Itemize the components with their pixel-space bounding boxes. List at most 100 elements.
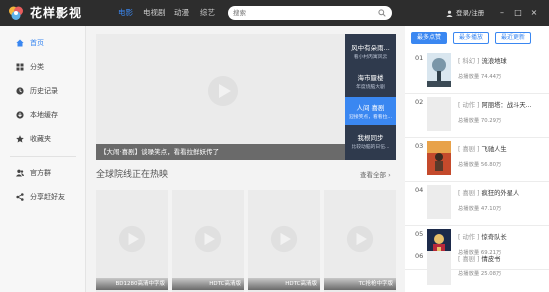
movie-poster [427, 251, 451, 285]
ranking-item[interactable]: 02 [ 动作 ] 阿丽塔：战斗天... 总播放量 70.29万 [405, 94, 549, 138]
sidebar-item-label: 历史记录 [30, 87, 58, 95]
login-label: 登录/注册 [456, 9, 485, 17]
banner-side-subtitle: 年度烧脑大剧 [356, 85, 385, 90]
ranking-title: [ 喜剧 ] 疯狂的外星人 [458, 188, 546, 197]
rank-number: 02 [415, 98, 424, 106]
genre-tag: [ 动作 ] [458, 234, 480, 241]
maximize-icon[interactable]: □ [512, 0, 524, 26]
sidebar-item-local-cache[interactable]: 本地缓存 [0, 105, 86, 125]
sidebar-item-favorites[interactable]: 收藏夹 [0, 129, 86, 149]
sidebar-item-label: 本地缓存 [30, 111, 58, 119]
video-placeholder-icon [208, 76, 238, 106]
nav-variety[interactable]: 综艺 [200, 0, 215, 26]
video-placeholder-icon [118, 225, 146, 253]
ranking-title: [ 喜剧 ] 情皮书 [458, 254, 546, 263]
sidebar-divider [10, 156, 76, 157]
share-icon [16, 193, 24, 201]
tab-most-liked[interactable]: 最多点赞 [411, 32, 447, 44]
movie-card[interactable]: HDTC高清版 [248, 190, 320, 292]
ranking-item[interactable]: 03 [ 喜剧 ] 飞驰人生 总播放量 56.80万 [405, 138, 549, 182]
play-count: 总播放量 47.10万 [458, 206, 502, 212]
view-all-link[interactable]: 查看全部 › [360, 169, 391, 179]
download-icon [16, 111, 24, 119]
banner-side-item[interactable]: 我根同步 比较动脑的日伍... [345, 127, 396, 155]
ranking-item[interactable]: 04 [ 喜剧 ] 疯狂的外星人 总播放量 47.10万 [405, 182, 549, 226]
genre-tag: [ 喜剧 ] [458, 146, 480, 153]
sidebar-item-share[interactable]: 分享赶好友 [0, 187, 86, 207]
star-icon [16, 135, 24, 143]
group-icon [16, 169, 24, 177]
movie-card[interactable]: BD1280高清中字版 [96, 190, 168, 292]
user-icon [446, 10, 453, 17]
ranking-item[interactable]: 01 [ 科幻 ] 流浪地球 总播放量 74.44万 [405, 50, 549, 94]
banner-side-title: 我根同步 [357, 134, 384, 142]
tab-recently-updated[interactable]: 最近更新 [495, 32, 531, 44]
genre-tag: [ 喜剧 ] [458, 256, 480, 263]
rank-number: 01 [415, 54, 424, 62]
movie-poster [427, 53, 451, 87]
top-bar: 花样影视 电影 电视剧 动漫 综艺 登录/注册 – □ × [0, 0, 549, 26]
ranking-title: [ 动作 ] 阿丽塔：战斗天... [458, 100, 546, 109]
banner-caption[interactable]: 【大闹·喜剧】谈噪笑点，看看拉鲜妖传了 [96, 144, 345, 160]
movie-card[interactable]: TC抢枪中字版 [324, 190, 396, 292]
sidebar-item-label: 分享赶好友 [30, 193, 65, 201]
sidebar-item-history[interactable]: 历史记录 [0, 81, 86, 101]
rank-number: 05 [415, 230, 424, 238]
search-icon[interactable] [378, 9, 386, 17]
nav-tv-series[interactable]: 电视剧 [143, 0, 166, 26]
genre-tag: [ 动作 ] [458, 102, 480, 109]
genre-tag: [ 科幻 ] [458, 58, 480, 65]
video-placeholder-icon [270, 225, 298, 253]
movie-card[interactable]: HDTC高清版 [172, 190, 244, 292]
section-title: 全球院线正在热映 [96, 170, 169, 180]
movie-name: 飞驰人生 [481, 146, 507, 153]
play-count: 总播放量 70.29万 [458, 118, 502, 124]
ranking-item[interactable]: 06 [ 喜剧 ] 情皮书 总播放量 25.08万 [405, 247, 549, 292]
movie-name: 流浪地球 [481, 58, 507, 65]
sidebar-item-label: 分类 [30, 63, 44, 71]
banner-side-subtitle: 看小村丙寓风云 [353, 55, 388, 60]
banner-side-subtitle: 比较动脑的日伍... [351, 145, 390, 150]
sidebar-item-label: 收藏夹 [30, 135, 51, 143]
banner-side-title: 风中有朵雨... [351, 44, 390, 52]
sidebar-item-category[interactable]: 分类 [0, 57, 86, 77]
sidebar-item-official-group[interactable]: 官方群 [0, 163, 86, 183]
banner-side-item[interactable]: 风中有朵雨... 看小村丙寓风云 [345, 37, 396, 65]
banner-side-item[interactable]: 海市蜃楼 年度烧脑大剧 [345, 67, 396, 95]
grid-icon [16, 63, 24, 71]
card-quality-label: TC抢枪中字版 [324, 278, 396, 290]
play-count: 总播放量 56.80万 [458, 162, 502, 168]
sidebar: 首页 分类 历史记录 本地缓存 收藏夹 官方群 分享赶好友 [0, 26, 86, 292]
video-placeholder-icon [346, 225, 374, 253]
ranking-title: [ 喜剧 ] 飞驰人生 [458, 144, 546, 153]
banner-side-title: 人间 喜剧 [356, 104, 385, 112]
rank-number: 03 [415, 142, 424, 150]
minimize-icon[interactable]: – [496, 0, 508, 26]
banner-side-item-active[interactable]: 人间 喜剧 迎接笑点，看看拉... [345, 97, 396, 125]
card-quality-label: HDTC高清版 [172, 278, 244, 290]
nav-movies[interactable]: 电影 [118, 0, 133, 26]
movie-name: 疯狂的外星人 [481, 190, 520, 197]
sidebar-item-home[interactable]: 首页 [0, 33, 86, 53]
movie-name: 阿丽塔：战斗天... [481, 102, 532, 109]
rank-number: 06 [415, 252, 424, 260]
sidebar-item-label: 官方群 [30, 169, 51, 177]
banner-side-list: 风中有朵雨... 看小村丙寓风云 海市蜃楼 年度烧脑大剧 人间 喜剧 迎接笑点，… [345, 34, 396, 160]
tab-most-played[interactable]: 最多播放 [453, 32, 489, 44]
card-quality-label: HDTC高清版 [248, 278, 320, 290]
movie-poster [427, 185, 451, 219]
play-count: 总播放量 25.08万 [458, 271, 502, 277]
movie-name: 情皮书 [481, 256, 501, 263]
ranking-title: [ 科幻 ] 流浪地球 [458, 56, 546, 65]
genre-tag: [ 喜剧 ] [458, 190, 480, 197]
search-input[interactable] [228, 6, 392, 20]
play-count: 总播放量 74.44万 [458, 74, 502, 80]
nav-anime[interactable]: 动漫 [174, 0, 189, 26]
movie-poster [427, 97, 451, 131]
ranking-title: [ 动作 ] 惊奇队长 [458, 232, 546, 241]
banner-side-subtitle: 迎接笑点，看看拉... [349, 115, 392, 120]
clock-icon [16, 87, 24, 95]
video-placeholder-icon [194, 225, 222, 253]
card-quality-label: BD1280高清中字版 [96, 278, 168, 290]
close-icon[interactable]: × [528, 0, 540, 26]
